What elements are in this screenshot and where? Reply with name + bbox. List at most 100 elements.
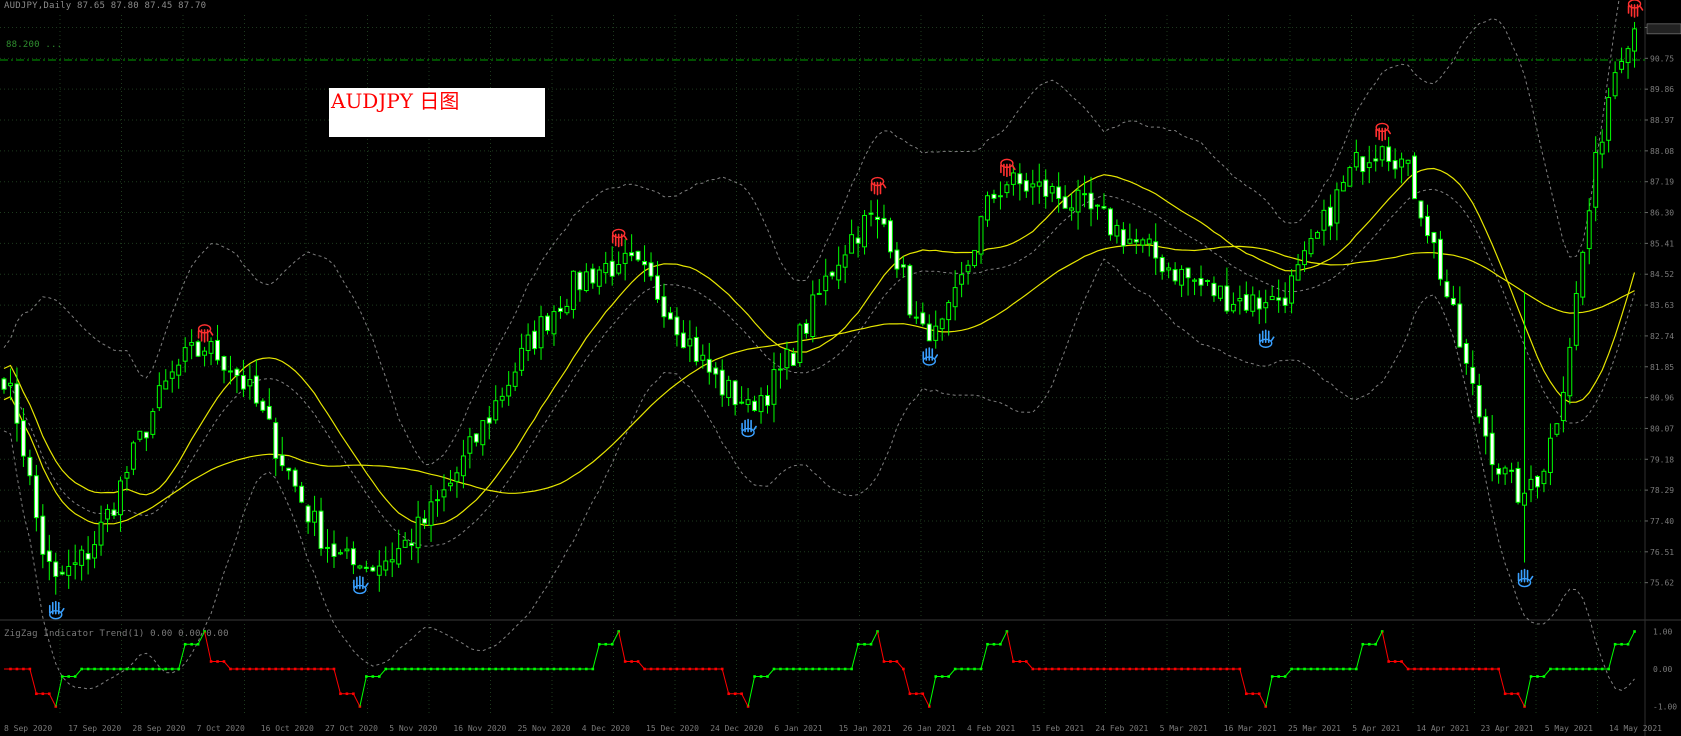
- candle: [1431, 231, 1437, 259]
- oscillator-segment: [1524, 676, 1532, 707]
- candle: [926, 314, 932, 342]
- bollinger-lower: [3, 258, 1635, 691]
- candle-body-bear: [1483, 416, 1489, 437]
- candle: [1133, 228, 1139, 255]
- candle: [570, 270, 576, 319]
- candle-body-bear: [887, 220, 893, 253]
- candle-body-bear: [305, 505, 311, 523]
- price-tick-label: 86.30: [1650, 209, 1674, 218]
- bottom-hand-marker-icon: [353, 575, 369, 595]
- candle: [1023, 172, 1029, 198]
- candle-body-bear: [1120, 229, 1126, 247]
- candle-body-bear: [46, 550, 52, 562]
- candle: [1450, 285, 1456, 307]
- oscillator-segment: [851, 644, 859, 670]
- candle-body-bull: [130, 442, 136, 470]
- candle-body-bull: [810, 294, 816, 338]
- candle: [739, 386, 745, 405]
- candle: [27, 449, 33, 486]
- date-tick-label: 26 Jan 2021: [903, 724, 956, 733]
- candle-body-bear: [279, 454, 285, 467]
- candle: [1276, 279, 1282, 313]
- candle: [816, 279, 822, 295]
- candle-body-bull: [842, 254, 848, 268]
- candle-body-bull: [66, 565, 72, 576]
- candle-body-bull: [1554, 423, 1560, 435]
- oscillator-segment: [877, 631, 885, 662]
- candle-body-bull: [1632, 28, 1637, 52]
- candle: [1114, 219, 1120, 244]
- candle: [111, 502, 117, 519]
- candle-body-bull: [1315, 232, 1320, 239]
- candle-body-bull: [862, 214, 867, 248]
- candle: [1049, 182, 1055, 203]
- annotation-label[interactable]: AUDJPY 日图: [329, 88, 545, 137]
- candle: [1017, 163, 1023, 201]
- oscillator-segment: [1381, 631, 1390, 662]
- candle: [706, 342, 712, 385]
- candle-body-bear: [1489, 432, 1495, 466]
- candle-body-bull: [596, 269, 602, 287]
- candle-body-bear: [855, 237, 861, 244]
- bollinger-upper: [3, 0, 1620, 466]
- candle-body-bear: [59, 571, 65, 575]
- candle: [1470, 350, 1476, 396]
- candle-body-bull: [1321, 209, 1327, 231]
- candle-body-bull: [784, 348, 790, 369]
- candle-body-bull: [1166, 267, 1172, 271]
- candle-body-bull: [1205, 280, 1210, 283]
- candle: [590, 263, 596, 289]
- current-price-tag: [1646, 23, 1681, 35]
- price-tick-label: 77.40: [1650, 517, 1674, 526]
- candle: [693, 326, 699, 366]
- osc-tick-label: 0.00: [1653, 665, 1672, 674]
- candle-body-bull: [952, 287, 958, 308]
- date-tick-label: 4 Feb 2021: [967, 724, 1015, 733]
- candle-body-bear: [752, 400, 758, 411]
- chart-canvas[interactable]: 91.6490.7589.8688.9788.0887.1986.3085.41…: [0, 0, 1681, 736]
- candle: [1120, 222, 1126, 254]
- date-tick-label: 15 Jan 2021: [839, 724, 892, 733]
- date-tick-label: 24 Feb 2021: [1095, 724, 1148, 733]
- candle-body-bull: [538, 316, 544, 349]
- candle: [784, 341, 790, 380]
- candle-body-bear: [803, 322, 809, 334]
- candle-body-bull: [1567, 346, 1573, 397]
- candle: [66, 549, 72, 589]
- trading-chart-window[interactable]: 91.6490.7589.8688.9788.0887.1986.3085.41…: [0, 0, 1681, 736]
- candle: [939, 317, 945, 341]
- oscillator-segment: [1608, 644, 1616, 670]
- price-tick-label: 80.07: [1650, 424, 1674, 433]
- candle: [279, 436, 285, 471]
- candle: [849, 219, 855, 254]
- candle-body-bull: [124, 471, 130, 479]
- candle: [1172, 262, 1178, 285]
- candle-body-bull: [454, 472, 460, 482]
- candle-body-bear: [286, 467, 292, 472]
- top-hand-marker-icon: [1375, 122, 1391, 142]
- candle-body-bull: [616, 264, 622, 274]
- candle: [1515, 461, 1521, 505]
- candle-body-bull: [312, 510, 318, 523]
- candle-body-bear: [1088, 192, 1094, 210]
- candle-body-bear: [900, 264, 906, 268]
- candle-body-bear: [1211, 282, 1217, 297]
- candle-body-bull: [687, 338, 693, 347]
- price-tick-label: 89.86: [1650, 85, 1674, 94]
- candle-body-bear: [195, 341, 201, 357]
- level-line-label: 88.200 ...: [6, 40, 63, 50]
- candle-body-bear: [590, 268, 596, 284]
- candle-body-bull: [1269, 295, 1275, 301]
- candle: [661, 283, 667, 328]
- candle: [1069, 193, 1075, 221]
- candle: [357, 564, 363, 570]
- candle-body-bear: [27, 456, 33, 477]
- candle: [1282, 282, 1288, 314]
- candle: [350, 541, 356, 575]
- candle: [202, 346, 208, 367]
- oscillator-segment: [1006, 631, 1014, 662]
- price-tick-label: 83.63: [1650, 301, 1674, 310]
- candle-body-bear: [1095, 204, 1100, 207]
- candle: [1606, 87, 1612, 153]
- candle: [1302, 241, 1307, 272]
